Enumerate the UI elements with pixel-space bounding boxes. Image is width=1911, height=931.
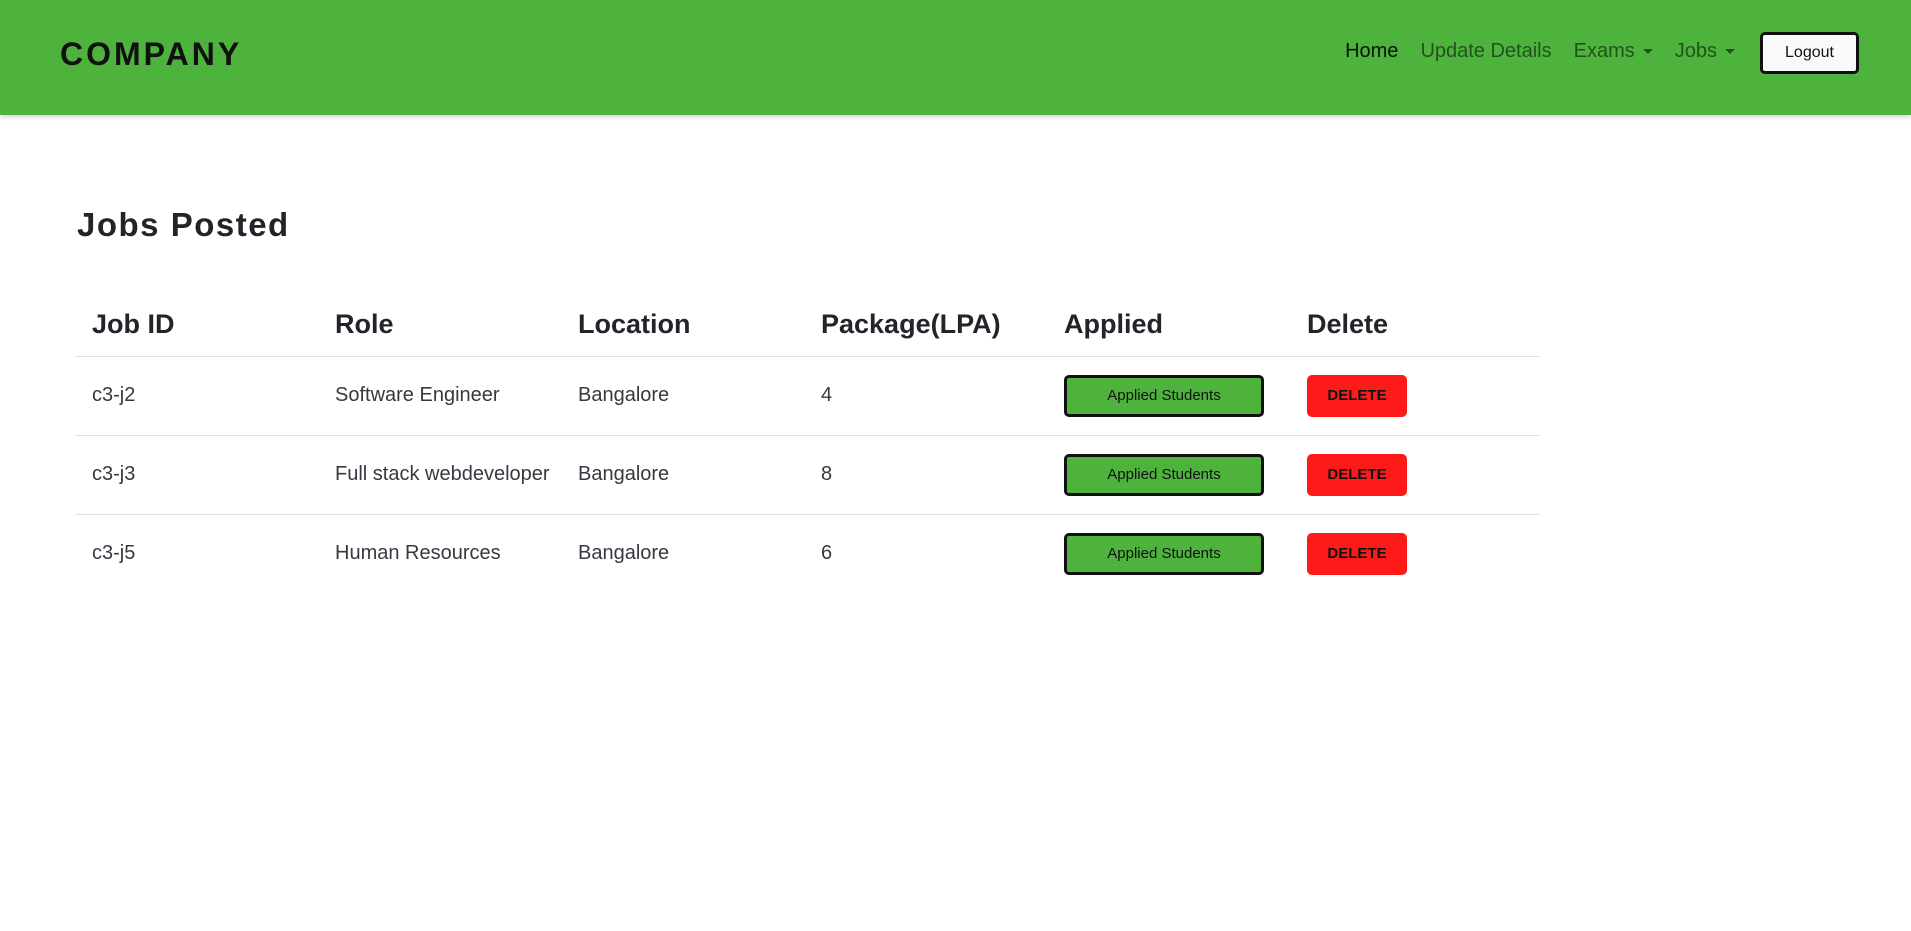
applied-students-button[interactable]: Applied Students <box>1064 374 1264 417</box>
cell-package: 6 <box>821 542 833 565</box>
caret-down-icon <box>1642 49 1653 55</box>
header-applied: Applied <box>1047 293 1290 357</box>
cell-delete: DELETE <box>1290 356 1540 436</box>
cell-location: Bangalore <box>578 542 670 565</box>
cell-location: Bangalore <box>561 435 804 515</box>
cell-role: Full stack webdeveloper <box>318 435 561 515</box>
nav-update-details-link[interactable]: Update Details <box>1420 40 1551 63</box>
cell-delete: DELETE <box>1290 514 1540 593</box>
nav-jobs-label: Jobs <box>1674 40 1717 62</box>
delete-button[interactable]: DELETE <box>1307 532 1407 575</box>
cell-location: Bangalore <box>561 356 804 436</box>
applied-students-button[interactable]: Applied Students <box>1064 453 1264 496</box>
nav-links: Home Update Details Exams Jobs <box>1345 40 1735 63</box>
cell-role: Human Resources <box>335 542 501 565</box>
logout-button[interactable]: Logout <box>1760 32 1859 74</box>
cell-job-id: c3-j3 <box>75 435 318 515</box>
delete-button[interactable]: DELETE <box>1307 453 1407 496</box>
cell-delete: DELETE <box>1290 435 1540 515</box>
jobs-table: Job ID Role Location Package(LPA) Applie… <box>75 293 1540 593</box>
table-header-row: Job ID Role Location Package(LPA) Applie… <box>75 293 1540 357</box>
brand-logo[interactable]: COMPANY <box>60 36 242 73</box>
navbar: COMPANY Home Update Details Exams Jobs L… <box>0 0 1911 115</box>
table-row: c3-j3 Full stack webdeveloper Bangalore … <box>75 435 1540 515</box>
header-role: Role <box>318 293 561 357</box>
cell-job-id: c3-j2 <box>75 356 318 436</box>
header-delete: Delete <box>1290 293 1540 357</box>
nav-jobs-dropdown[interactable]: Jobs <box>1675 40 1735 63</box>
applied-students-button[interactable]: Applied Students <box>1064 532 1264 575</box>
cell-applied: Applied Students <box>1047 356 1290 436</box>
cell-package: 4 <box>804 356 1047 436</box>
nav-home-link[interactable]: Home <box>1345 40 1398 63</box>
nav-exams-label: Exams <box>1573 40 1635 62</box>
header-location: Location <box>561 293 804 357</box>
cell-applied: Applied Students <box>1047 514 1290 593</box>
cell-package: 8 <box>804 435 1047 515</box>
cell-role: Software Engineer <box>318 356 561 436</box>
header-package: Package(LPA) <box>804 293 1047 357</box>
table-row: c3-j5 Human Resources Bangalore 6 Applie… <box>75 514 1540 593</box>
header-job-id: Job ID <box>75 293 318 357</box>
cell-applied: Applied Students <box>1047 435 1290 515</box>
table-row: c3-j2 Software Engineer Bangalore 4 Appl… <box>75 356 1540 436</box>
caret-down-icon <box>1725 49 1735 55</box>
page-title: Jobs Posted <box>77 206 290 243</box>
cell-job-id: c3-j5 <box>92 542 136 565</box>
delete-button[interactable]: DELETE <box>1307 374 1407 417</box>
nav-exams-dropdown[interactable]: Exams <box>1574 40 1653 63</box>
